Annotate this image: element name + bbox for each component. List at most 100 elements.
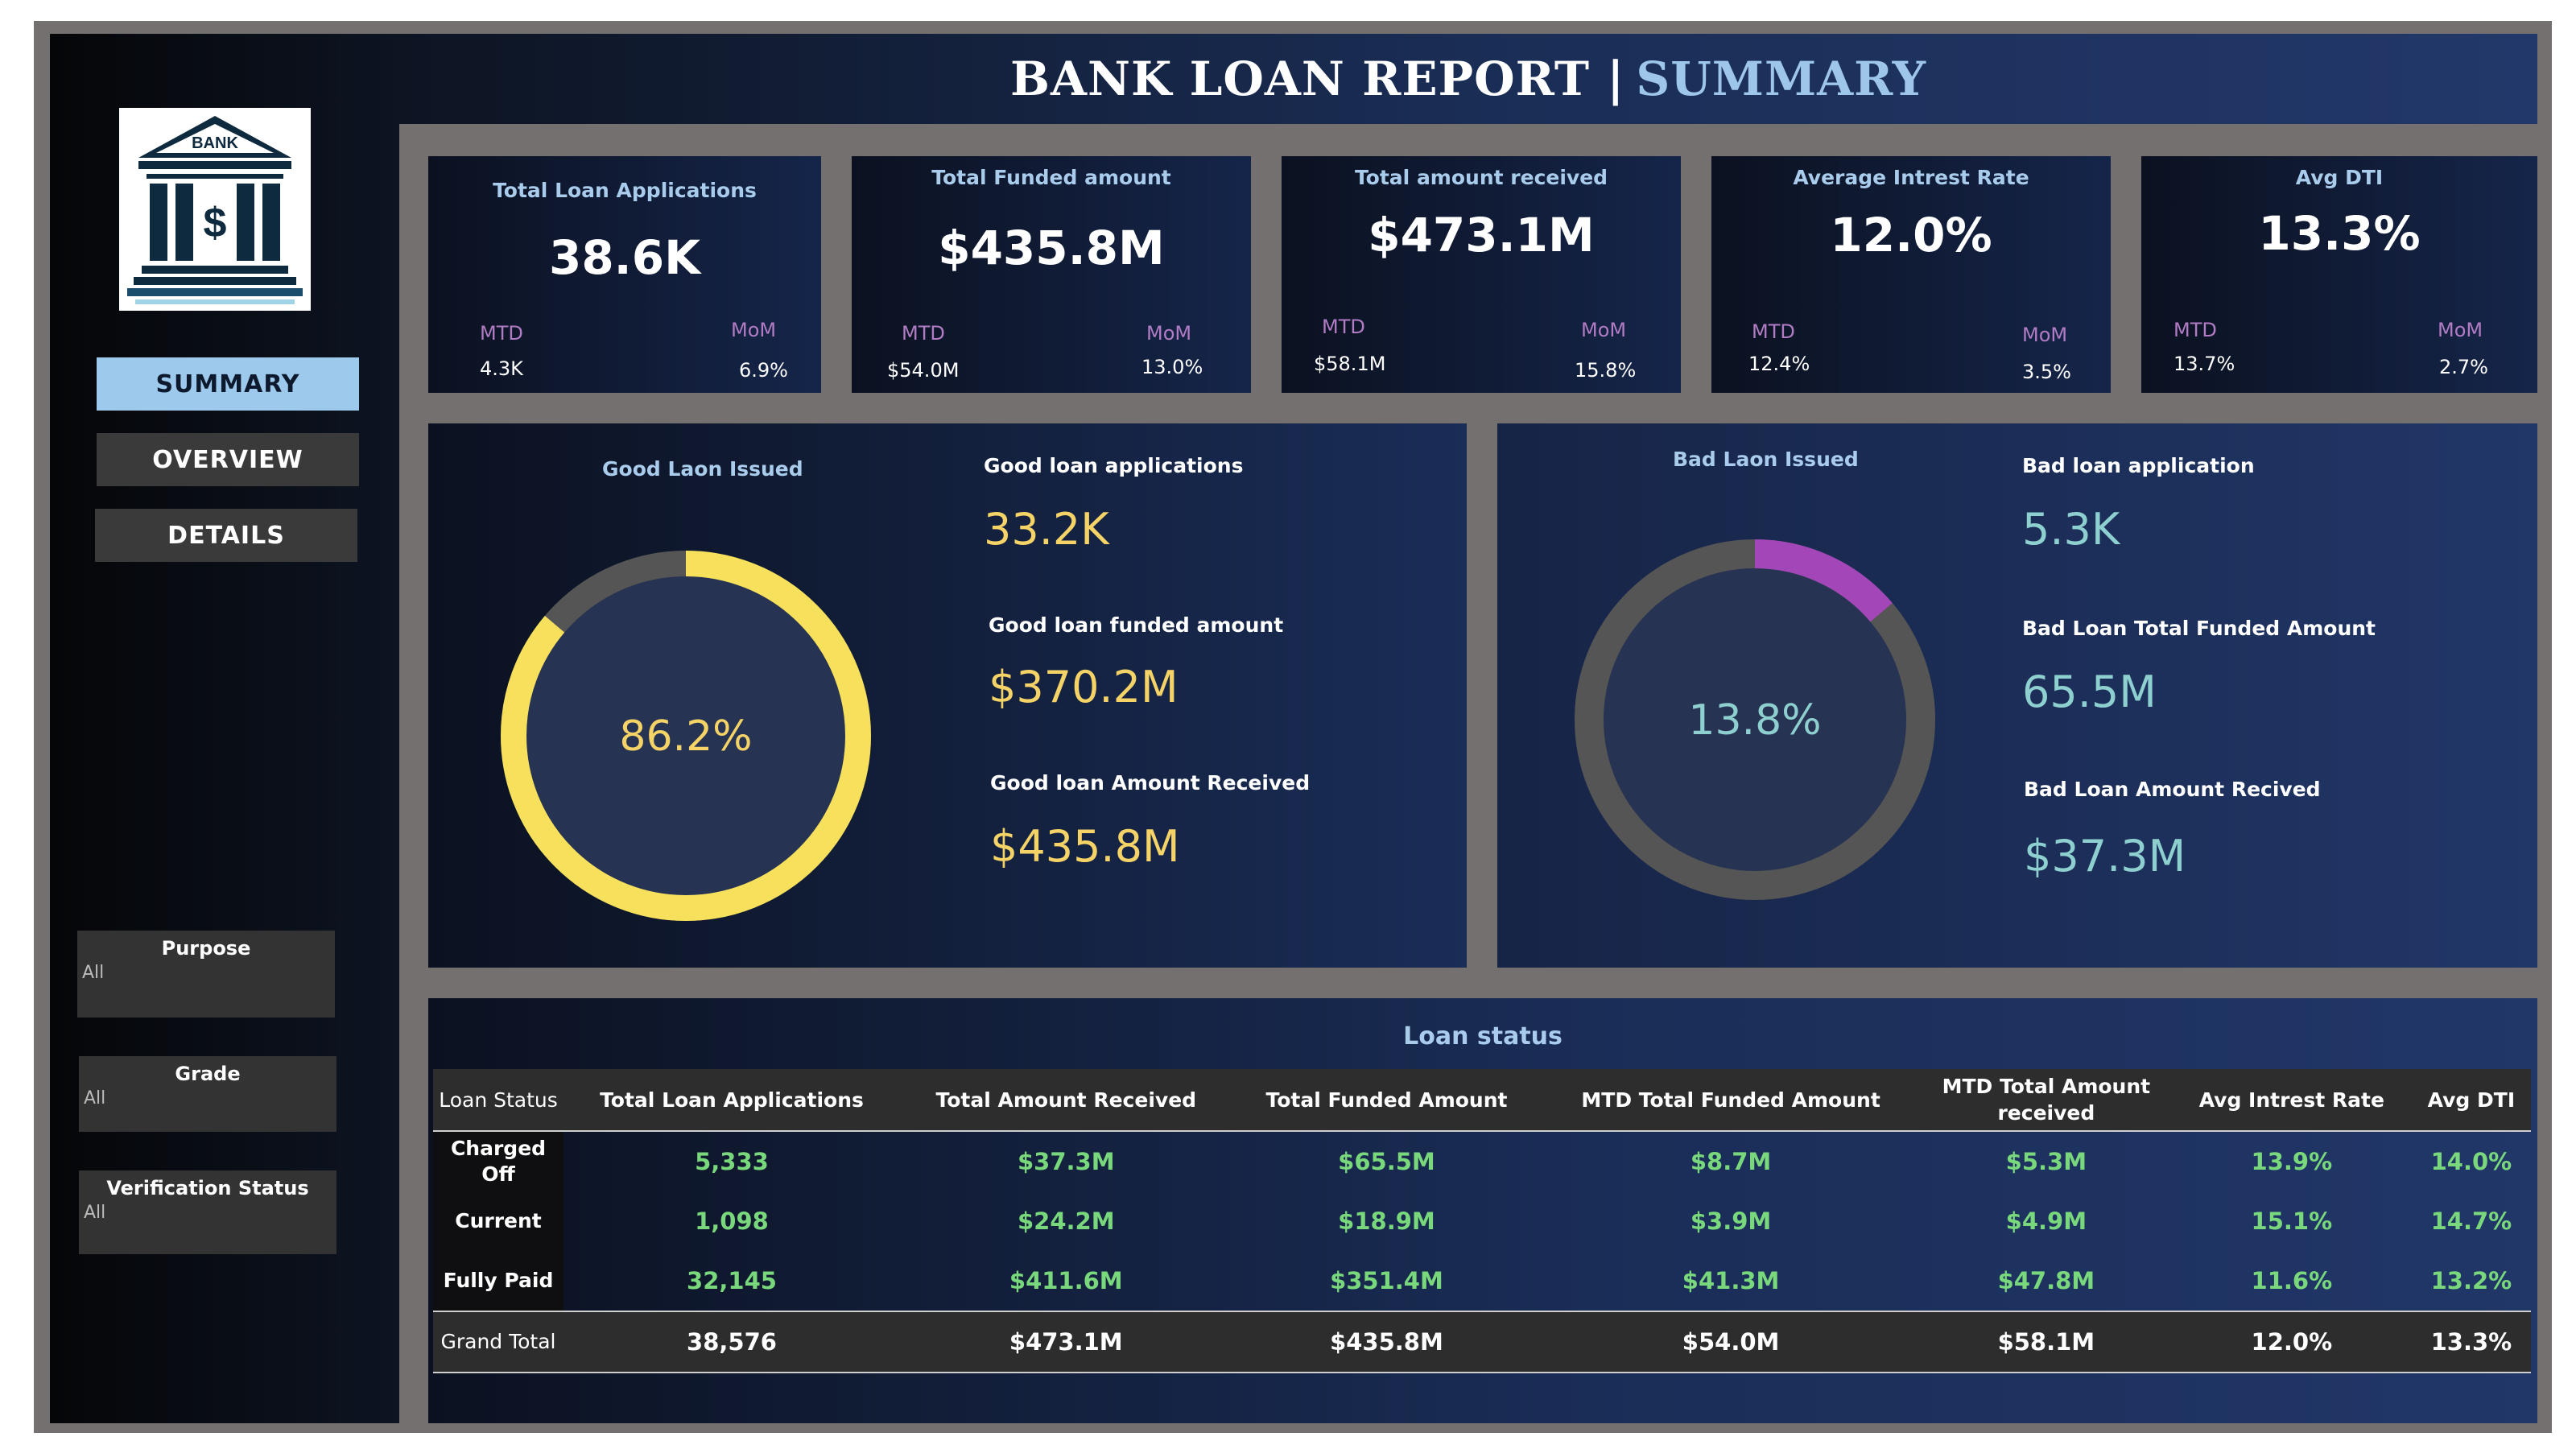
- column-header[interactable]: Total Loan Applications: [564, 1069, 900, 1132]
- kpi-mom-label: MoM: [731, 319, 777, 341]
- table-cell: 13.9%: [2251, 1148, 2333, 1175]
- table-cell: $65.5M: [1338, 1148, 1435, 1175]
- verification-status-filter[interactable]: Verification Status All: [79, 1170, 336, 1254]
- bad-loan-percent: 13.8%: [1688, 696, 1821, 745]
- bad-loan-received-label: Bad Loan Amount Recived: [2024, 778, 2321, 801]
- column-header[interactable]: Avg Intrest Rate: [2171, 1069, 2412, 1132]
- table-header-row: Loan Status Total Loan Applications Tota…: [433, 1069, 2531, 1132]
- kpi-title: Total Funded amount: [931, 166, 1171, 189]
- kpi-mom-label: MoM: [2022, 324, 2068, 346]
- grade-filter[interactable]: Grade All: [79, 1056, 336, 1132]
- grade-filter-value: All: [84, 1088, 106, 1108]
- table-cell: 1,098: [695, 1208, 769, 1235]
- row-label: Fully Paid: [433, 1251, 564, 1311]
- table-cell: $351.4M: [1330, 1267, 1443, 1294]
- verification-status-filter-value: All: [84, 1203, 106, 1223]
- kpi-card-total-received: Total amount received $473.1M MTD $58.1M…: [1282, 156, 1681, 393]
- kpi-card-total-applications: Total Loan Applications 38.6K MTD 4.3K M…: [428, 156, 821, 393]
- table-cell: $4.9M: [2005, 1208, 2087, 1235]
- kpi-mtd-value: 13.7%: [2174, 353, 2235, 375]
- table-cell: 13.2%: [2430, 1267, 2512, 1294]
- kpi-mtd-value: 12.4%: [1748, 353, 1810, 375]
- table-cell: 15.1%: [2251, 1208, 2333, 1235]
- table-cell: $18.9M: [1338, 1208, 1435, 1235]
- column-header[interactable]: Loan Status: [433, 1069, 564, 1132]
- report-header: BANK LOAN REPORT | SUMMARY: [399, 34, 2537, 124]
- bad-loan-applications-label: Bad loan application: [2022, 454, 2255, 477]
- purpose-filter[interactable]: Purpose All: [77, 931, 335, 1018]
- logo-symbol: $: [204, 200, 227, 246]
- nav-summary-button[interactable]: SUMMARY: [97, 357, 359, 411]
- table-cell: $54.0M: [1541, 1311, 1921, 1373]
- good-loan-panel: Good Laon Issued 86.2% Good loan applica…: [428, 423, 1467, 968]
- grade-filter-label: Grade: [175, 1063, 241, 1085]
- good-loan-applications-value: 33.2K: [984, 504, 1109, 555]
- kpi-mom-label: MoM: [2438, 319, 2483, 341]
- table-cell: 12.0%: [2171, 1311, 2412, 1373]
- kpi-value: 13.3%: [2258, 206, 2421, 261]
- table-cell: $411.6M: [1009, 1267, 1123, 1294]
- kpi-mom-label: MoM: [1146, 322, 1192, 345]
- table-cell: $8.7M: [1690, 1148, 1772, 1175]
- kpi-title: Average Intrest Rate: [1793, 166, 2029, 189]
- row-label: Charged Off: [433, 1131, 564, 1191]
- good-loan-funded-label: Good loan funded amount: [989, 613, 1284, 637]
- loan-status-panel: Loan status Loan Status Total Loan Appli…: [428, 998, 2537, 1423]
- kpi-mtd-label: MTD: [1752, 320, 1795, 343]
- kpi-value: 12.0%: [1830, 208, 1992, 262]
- column-header[interactable]: Total Amount Received: [899, 1069, 1232, 1132]
- kpi-mtd-label: MTD: [480, 322, 523, 345]
- kpi-title: Avg DTI: [2295, 166, 2384, 189]
- kpi-card-total-funded: Total Funded amount $435.8M MTD $54.0M M…: [852, 156, 1251, 393]
- nav-details-button[interactable]: DETAILS: [95, 509, 357, 562]
- table-cell: 14.0%: [2430, 1148, 2512, 1175]
- column-header[interactable]: MTD Total Amount received: [1920, 1069, 2172, 1132]
- kpi-mtd-label: MTD: [902, 322, 945, 345]
- bank-logo: BANK $: [119, 108, 311, 311]
- good-loan-percent: 86.2%: [619, 712, 752, 761]
- table-row: Fully Paid 32,145 $411.6M $351.4M $41.3M…: [433, 1251, 2531, 1311]
- nav-overview-button[interactable]: OVERVIEW: [97, 433, 359, 486]
- bad-loan-received-value: $37.3M: [2024, 831, 2186, 881]
- kpi-mom-value: 15.8%: [1575, 359, 1637, 382]
- table-cell: $47.8M: [1997, 1267, 2095, 1294]
- bad-loan-donut: 13.8%: [1575, 539, 1935, 900]
- kpi-card-average-interest-rate: Average Intrest Rate 12.0% MTD 12.4% MoM…: [1711, 156, 2111, 393]
- good-loan-received-label: Good loan Amount Received: [990, 771, 1311, 795]
- kpi-value: 38.6K: [548, 230, 701, 285]
- column-header[interactable]: MTD Total Funded Amount: [1541, 1069, 1921, 1132]
- good-loan-received-value: $435.8M: [990, 821, 1180, 872]
- kpi-mom-value: 6.9%: [739, 359, 788, 382]
- row-label: Current: [433, 1191, 564, 1251]
- kpi-mom-label: MoM: [1581, 319, 1627, 341]
- good-loan-donut: 86.2%: [501, 551, 871, 921]
- table-row: Current 1,098 $24.2M $18.9M $3.9M $4.9M …: [433, 1191, 2531, 1251]
- logo-text: BANK: [192, 134, 238, 152]
- row-label: Grand Total: [433, 1311, 564, 1373]
- table-cell: 11.6%: [2251, 1267, 2333, 1294]
- column-header[interactable]: Total Funded Amount: [1232, 1069, 1542, 1132]
- table-cell: 38,576: [564, 1311, 900, 1373]
- table-cell: $435.8M: [1232, 1311, 1542, 1373]
- kpi-title: Total Loan Applications: [493, 179, 757, 202]
- kpi-mom-value: 2.7%: [2439, 356, 2488, 378]
- kpi-mom-value: 3.5%: [2022, 361, 2071, 383]
- bad-loan-title: Bad Laon Issued: [1673, 448, 1859, 471]
- bad-loan-funded-label: Bad Loan Total Funded Amount: [2022, 617, 2376, 640]
- table-cell: $5.3M: [2005, 1148, 2087, 1175]
- bank-icon: BANK $: [127, 116, 303, 304]
- report-title: BANK LOAN REPORT |: [1009, 52, 1625, 106]
- kpi-title: Total amount received: [1354, 166, 1608, 189]
- bad-loan-funded-value: 65.5M: [2022, 667, 2157, 717]
- bad-loan-panel: Bad Laon Issued 13.8% Bad loan applicati…: [1497, 423, 2537, 968]
- kpi-value: $473.1M: [1368, 208, 1595, 262]
- column-header[interactable]: Avg DTI: [2411, 1069, 2531, 1132]
- table-cell: 14.7%: [2430, 1208, 2512, 1235]
- table-cell: $473.1M: [899, 1311, 1232, 1373]
- purpose-filter-value: All: [82, 963, 105, 983]
- kpi-card-avg-dti: Avg DTI 13.3% MTD 13.7% MoM 2.7%: [2141, 156, 2537, 393]
- table-cell: $24.2M: [1017, 1208, 1115, 1235]
- kpi-mom-value: 13.0%: [1141, 356, 1203, 378]
- good-loan-title: Good Laon Issued: [602, 457, 803, 481]
- report-title-accent: SUMMARY: [1636, 52, 1927, 106]
